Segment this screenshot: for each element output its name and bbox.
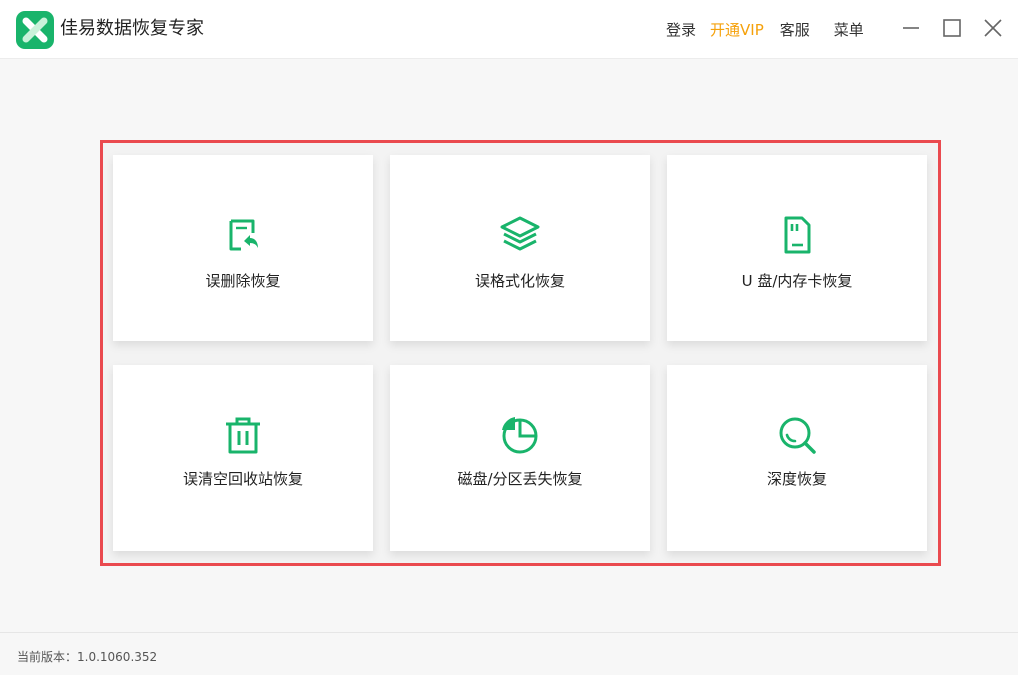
card-label: 深度恢复 — [766, 470, 827, 488]
vip-link[interactable]: 开通VIP — [710, 19, 764, 41]
card-deep-recovery[interactable]: 深度恢复 — [667, 365, 927, 551]
close-icon[interactable] — [982, 17, 1004, 39]
title-bar: 佳易数据恢复专家 登录 开通VIP 客服 菜单 — [0, 0, 1018, 59]
login-link[interactable]: 登录 — [666, 19, 696, 41]
card-label: 误删除恢复 — [205, 272, 281, 290]
pie-chart-icon — [502, 417, 538, 454]
card-format-recovery[interactable]: 误格式化恢复 — [390, 155, 650, 341]
feature-panel: 误删除恢复 误格式化恢复 U 盘/内存卡恢复 误清空回收站恢复 磁盘/分区丢失恢… — [100, 140, 941, 566]
maximize-icon[interactable] — [941, 17, 963, 39]
app-logo-icon — [16, 11, 54, 49]
sd-card-icon — [784, 216, 811, 254]
card-usb-card-recovery[interactable]: U 盘/内存卡恢复 — [667, 155, 927, 341]
layers-icon — [500, 216, 540, 251]
version-text: 当前版本：1.0.1060.352 — [17, 650, 158, 664]
app-window: 佳易数据恢复专家 登录 开通VIP 客服 菜单 误删除恢复 误格式化恢复 U 盘… — [0, 0, 1018, 675]
status-bar: 当前版本：1.0.1060.352 — [0, 632, 1018, 675]
trash-icon — [226, 417, 260, 454]
minimize-icon[interactable] — [900, 17, 922, 39]
deep-search-icon — [779, 417, 816, 454]
header-menu: 登录 开通VIP 客服 菜单 — [666, 19, 864, 41]
card-label: 误清空回收站恢复 — [182, 470, 303, 488]
card-label: 磁盘/分区丢失恢复 — [457, 470, 583, 488]
app-title: 佳易数据恢复专家 — [60, 18, 204, 39]
card-recycle-bin-recovery[interactable]: 误清空回收站恢复 — [113, 365, 373, 551]
card-deleted-recovery[interactable]: 误删除恢复 — [113, 155, 373, 341]
card-partition-recovery[interactable]: 磁盘/分区丢失恢复 — [390, 365, 650, 551]
file-restore-icon — [229, 219, 258, 251]
service-link[interactable]: 客服 — [780, 19, 810, 41]
card-label: 误格式化恢复 — [474, 272, 565, 290]
card-label: U 盘/内存卡恢复 — [741, 272, 853, 290]
menu-link[interactable]: 菜单 — [834, 19, 864, 41]
